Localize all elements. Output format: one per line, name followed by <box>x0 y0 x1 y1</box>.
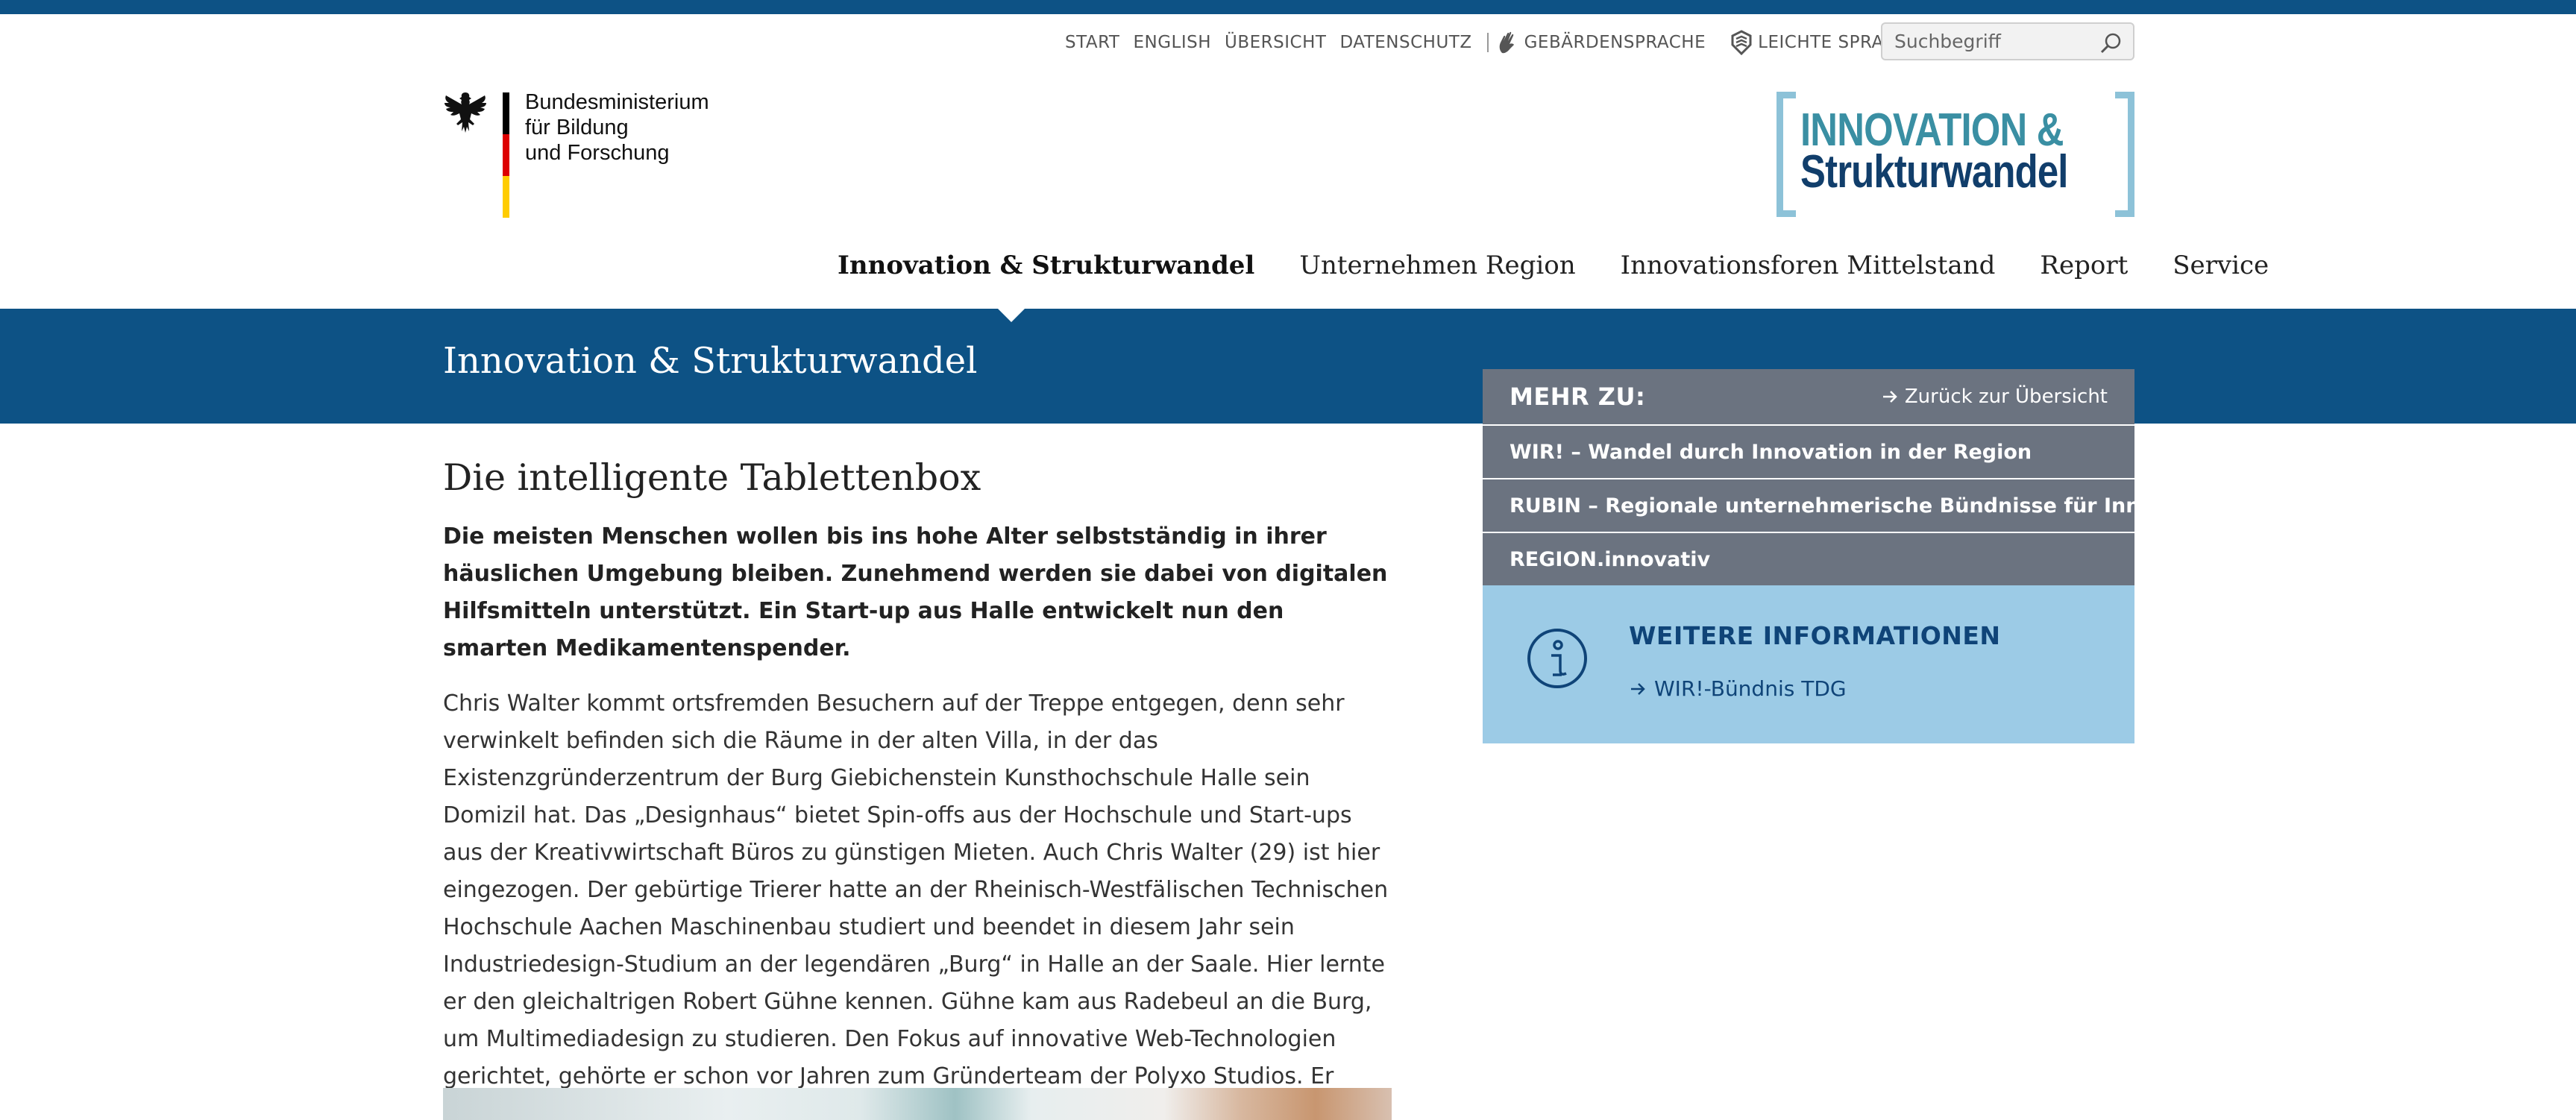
search-icon[interactable] <box>2099 31 2123 55</box>
german-flag-stripe <box>503 92 509 218</box>
article-body: Chris Walter kommt ortsfremden Besuchern… <box>443 690 1389 1120</box>
meta-link-start[interactable]: START <box>1065 33 1119 52</box>
sidebar: MEHR ZU: Zurück zur Übersicht WIR! – Wan… <box>1483 369 2225 743</box>
meta-link-privacy[interactable]: DATENSCHUTZ <box>1339 33 1471 52</box>
article-lead: Die meisten Menschen wollen bis ins hohe… <box>443 523 1388 661</box>
meta-navigation: START ENGLISH ÜBERSICHT DATENSCHUTZ GEBÄ… <box>1065 30 1946 55</box>
meta-divider <box>1486 33 1489 52</box>
main-navigation: Innovation & Strukturwandel Unternehmen … <box>838 251 2269 280</box>
nav-item-innovation-strukturwandel[interactable]: Innovation & Strukturwandel <box>838 251 1254 280</box>
top-accent-bar <box>0 0 2576 14</box>
section-title: Innovation & Strukturwandel <box>443 340 978 382</box>
back-to-overview-label: Zurück zur Übersicht <box>1904 386 2108 408</box>
flag-stripe-gold <box>503 176 509 218</box>
bmbf-wordmark: Bundesministerium für Bildung und Forsch… <box>525 89 709 166</box>
nav-item-innovationsforen-mittelstand[interactable]: Innovationsforen Mittelstand <box>1621 251 1996 280</box>
sidebar-link-rubin[interactable]: RUBIN – Regionale unternehmerische Bündn… <box>1483 478 2225 532</box>
bmbf-line-1: Bundesministerium <box>525 90 709 114</box>
bmbf-line-2: für Bildung <box>525 116 629 139</box>
nav-item-service[interactable]: Service <box>2173 251 2269 280</box>
article-title: Die intelligente Tablettenbox <box>443 456 981 499</box>
mehr-zu-title: MEHR ZU: <box>1510 383 1646 411</box>
wir-buendnis-tdg-label: WIR!-Bündnis TDG <box>1654 676 1847 701</box>
sidebar-link-region-innovativ[interactable]: REGION.innovativ <box>1483 532 2134 585</box>
meta-link-sign-language[interactable]: GEBÄRDENSPRACHE <box>1496 31 1706 54</box>
mehr-zu-header: MEHR ZU: Zurück zur Übersicht <box>1483 369 2134 424</box>
section-banner: Innovation & Strukturwandel <box>0 308 2576 424</box>
logo-bracket-right <box>2115 92 2134 217</box>
article-image <box>443 1088 1392 1120</box>
nav-item-unternehmen-region[interactable]: Unternehmen Region <box>1299 251 1575 280</box>
sign-language-label: GEBÄRDENSPRACHE <box>1524 33 1706 52</box>
bmbf-line-3: und Forschung <box>525 141 670 165</box>
info-icon <box>1527 629 1587 688</box>
sidebar-link-wir[interactable]: WIR! – Wandel durch Innovation in der Re… <box>1483 424 2134 478</box>
flag-stripe-red <box>503 134 509 176</box>
logo-line-2: Strukturwandel <box>1800 146 2068 198</box>
meta-link-english[interactable]: ENGLISH <box>1133 33 1211 52</box>
further-information-box: WEITERE INFORMATIONEN WIR!-Bündnis TDG <box>1483 585 2134 743</box>
flag-stripe-black <box>503 92 509 134</box>
article: Die intelligente Tablettenbox Die meiste… <box>443 456 1395 1120</box>
arrow-right-icon <box>1882 391 1897 403</box>
federal-eagle-icon <box>444 92 486 133</box>
innovation-strukturwandel-logo[interactable]: INNOVATION & Strukturwandel <box>1777 92 2134 217</box>
easy-language-icon <box>1731 30 1752 55</box>
bmbf-logo[interactable]: Bundesministerium für Bildung und Forsch… <box>442 89 725 224</box>
wir-buendnis-tdg-link[interactable]: WIR!-Bündnis TDG <box>1629 676 1847 701</box>
search-input[interactable] <box>1882 31 2084 52</box>
active-nav-caret <box>997 308 1025 322</box>
back-to-overview-link[interactable]: Zurück zur Übersicht <box>1881 386 2108 408</box>
further-information-title: WEITERE INFORMATIONEN <box>1629 621 2001 650</box>
arrow-right-icon <box>1631 682 1645 695</box>
nav-item-report[interactable]: Report <box>2040 251 2128 280</box>
search-box <box>1881 22 2134 60</box>
logo-bracket-left <box>1777 92 1796 217</box>
sign-language-icon <box>1499 31 1514 54</box>
meta-link-overview[interactable]: ÜBERSICHT <box>1225 33 1326 52</box>
